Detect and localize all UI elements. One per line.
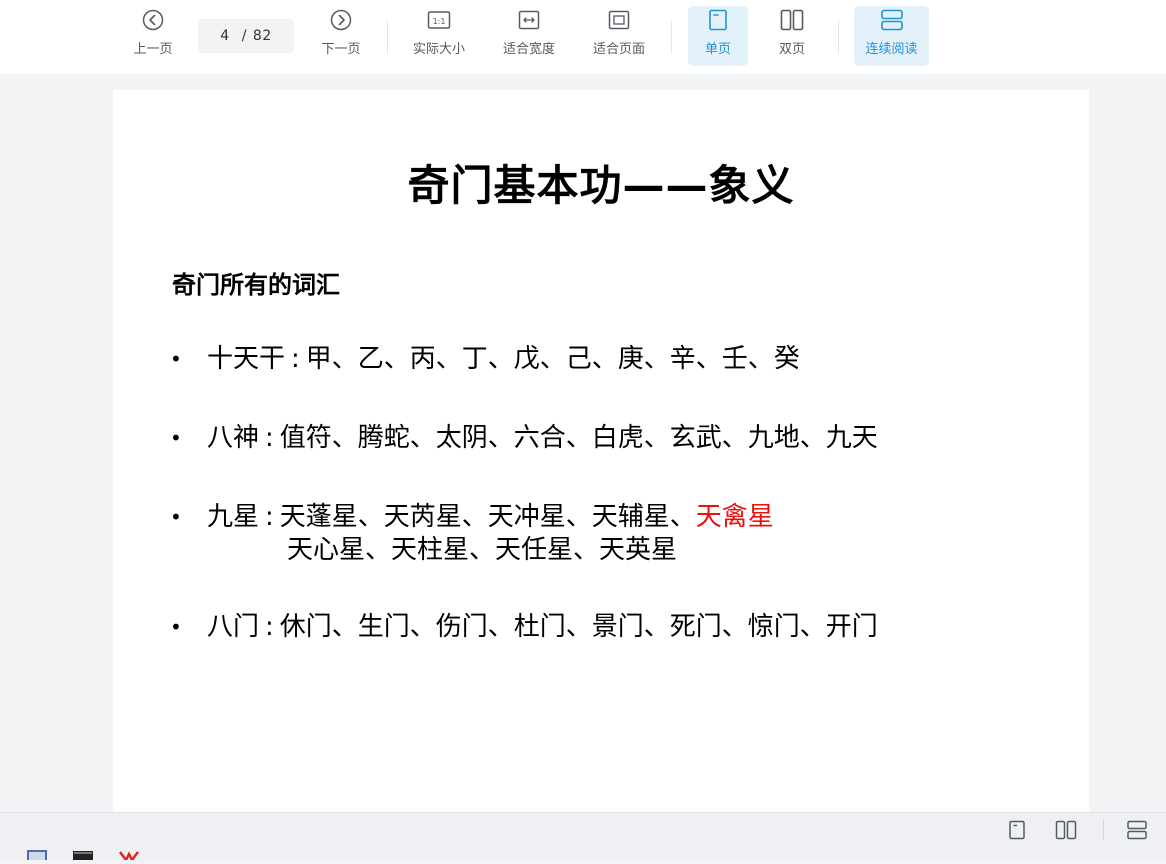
list-item-nine-stars: • 九星 : 天蓬星、天芮星、天冲星、天辅星、 天禽星: [170, 501, 774, 533]
bullet: •: [170, 505, 182, 529]
toolbar-divider: [671, 20, 672, 54]
double-page-view-icon[interactable]: [1055, 819, 1077, 841]
app-window-icon[interactable]: [26, 838, 48, 860]
prev-page-label: 上一页: [133, 42, 173, 57]
current-page-input[interactable]: 4: [220, 28, 229, 44]
item-colon: :: [291, 344, 300, 374]
next-page-button[interactable]: 下一页: [310, 6, 372, 66]
bullet: •: [170, 615, 182, 639]
page-separator: /: [241, 28, 247, 44]
list-item-eight-gates: • 八门 : 休门、生门、伤门、杜门、景门、死门、惊门、开门: [170, 611, 878, 643]
bullet: •: [170, 347, 182, 371]
one-to-one-icon: 1:1: [427, 6, 451, 34]
fit-page-button[interactable]: 适合页面: [584, 6, 654, 66]
fit-width-icon: [518, 6, 540, 34]
toolbar-divider: [838, 20, 839, 54]
toolbar-divider: [387, 20, 388, 54]
continuous-reading-label: 连续阅读: [865, 42, 918, 57]
item-values: 休门、生门、伤门、杜门、景门、死门、惊门、开门: [279, 612, 878, 642]
fit-width-button[interactable]: 适合宽度: [494, 6, 564, 66]
item-colon: :: [265, 502, 274, 532]
status-bar: [0, 812, 1166, 860]
item-values: 值符、腾蛇、太阴、六合、白虎、玄武、九地、九天: [279, 423, 878, 453]
single-page-button[interactable]: 单页: [688, 6, 748, 66]
nine-stars-line2: 天心星、天柱星、天任星、天英星: [287, 535, 678, 565]
prev-page-button[interactable]: 上一页: [122, 6, 184, 66]
single-page-icon: [708, 6, 728, 34]
double-page-button[interactable]: 双页: [762, 6, 822, 66]
highlighted-star: 天禽星: [695, 502, 774, 532]
item-label: 十天干: [207, 344, 286, 374]
list-item-eight-gods: • 八神 : 值符、腾蛇、太阴、六合、白虎、玄武、九地、九天: [170, 422, 878, 454]
section-heading: 奇门所有的词汇: [172, 271, 340, 299]
bullet: •: [170, 426, 182, 450]
wps-app-icon[interactable]: [118, 838, 140, 863]
item-values: 天蓬星、天芮星、天冲星、天辅星、: [279, 502, 696, 532]
item-label: 八神: [207, 423, 260, 453]
item-label: 八门: [207, 612, 260, 642]
single-page-view-icon[interactable]: [1006, 819, 1028, 841]
actual-size-label: 实际大小: [412, 42, 465, 57]
continuous-reading-button[interactable]: 连续阅读: [854, 6, 929, 66]
double-page-icon: [780, 6, 804, 34]
single-page-label: 单页: [704, 42, 731, 57]
fit-width-label: 适合宽度: [502, 42, 555, 57]
fit-page-icon: [608, 6, 630, 34]
viewer-toolbar: 上一页 4 / 82 下一页 1:1 实际大小 适合宽度 适合页面 单页 双页 …: [0, 0, 1166, 74]
page-title: 奇门基本功——象义: [407, 161, 795, 210]
continuous-scroll-icon: [880, 6, 904, 34]
item-values: 甲、乙、丙、丁、戊、己、庚、辛、壬、癸: [305, 344, 800, 374]
item-label: 九星: [207, 502, 260, 532]
continuous-view-icon[interactable]: [1126, 819, 1148, 841]
list-item-heavenly-stems: • 十天干 : 甲、乙、丙、丁、戊、己、庚、辛、壬、癸: [170, 343, 800, 375]
svg-text:1:1: 1:1: [433, 17, 446, 26]
fit-page-label: 适合页面: [592, 42, 645, 57]
terminal-icon[interactable]: [72, 838, 94, 860]
actual-size-button[interactable]: 1:1 实际大小: [404, 6, 474, 66]
page-number-field[interactable]: 4 / 82: [198, 19, 294, 53]
double-page-label: 双页: [778, 42, 805, 57]
document-page: 奇门基本功——象义 奇门所有的词汇 • 十天干 : 甲、乙、丙、丁、戊、己、庚、…: [113, 90, 1089, 812]
next-page-label: 下一页: [321, 42, 361, 57]
chevron-left-circle-icon: [142, 6, 164, 34]
item-colon: :: [265, 612, 274, 642]
status-divider: [1103, 819, 1104, 841]
total-pages: 82: [252, 28, 272, 44]
item-colon: :: [265, 423, 274, 453]
chevron-right-circle-icon: [330, 6, 352, 34]
